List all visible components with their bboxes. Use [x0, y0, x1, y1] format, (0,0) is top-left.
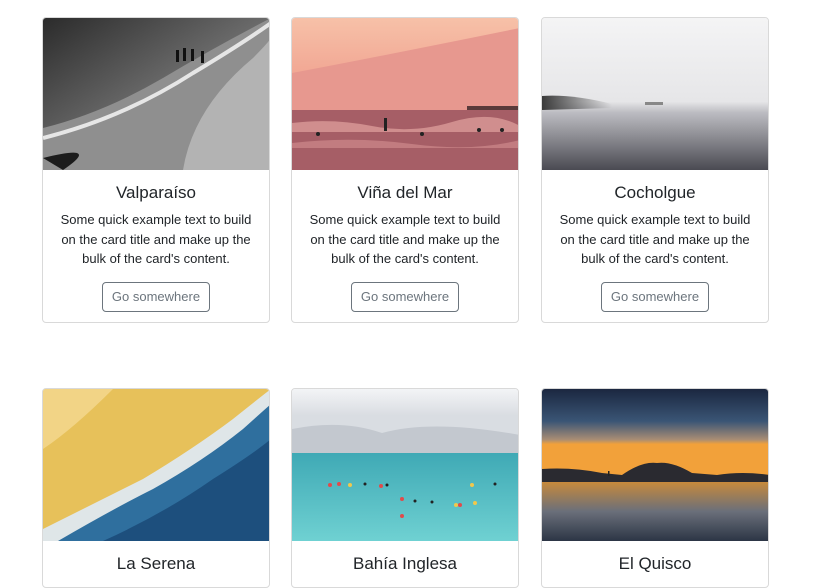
card-image-pink-surf [292, 18, 518, 170]
go-somewhere-button[interactable]: Go somewhere [101, 281, 211, 312]
card-body: Viña del Mar Some quick example text to … [292, 183, 518, 312]
card-valparaiso: Valparaíso Some quick example text to bu… [42, 17, 270, 323]
card-text: Some quick example text to build on the … [60, 212, 252, 266]
card-body: Valparaíso Some quick example text to bu… [43, 183, 269, 312]
card-title: Cocholgue [614, 183, 696, 202]
card-image-turquoise-sea [292, 389, 518, 541]
card-body: Cocholgue Some quick example text to bui… [542, 183, 768, 312]
card-body: La Serena [43, 554, 269, 574]
card-body: Bahía Inglesa [292, 554, 518, 574]
card-text: Some quick example text to build on the … [559, 212, 751, 266]
card-image-aerial-beach [43, 18, 269, 170]
card-image-misty-lake [542, 18, 768, 170]
go-somewhere-button[interactable]: Go somewhere [600, 281, 710, 312]
card-la-serena: La Serena [42, 388, 270, 588]
card-title: Viña del Mar [357, 183, 453, 202]
card-title: Bahía Inglesa [353, 554, 457, 573]
card-title: La Serena [116, 554, 196, 573]
card-image-aerial-shoreline [43, 389, 269, 541]
card-image-sunset-mountain [542, 389, 768, 541]
card-el-quisco: El Quisco [541, 388, 769, 588]
card-title: Valparaíso [115, 183, 196, 202]
card-text: Some quick example text to build on the … [309, 212, 501, 266]
go-somewhere-button[interactable]: Go somewhere [350, 281, 460, 312]
card-title: El Quisco [618, 554, 692, 573]
card-bahia-inglesa: Bahía Inglesa [291, 388, 519, 588]
card-cocholgue: Cocholgue Some quick example text to bui… [541, 17, 769, 323]
card-body: El Quisco [542, 554, 768, 574]
card-vina-del-mar: Viña del Mar Some quick example text to … [291, 17, 519, 323]
